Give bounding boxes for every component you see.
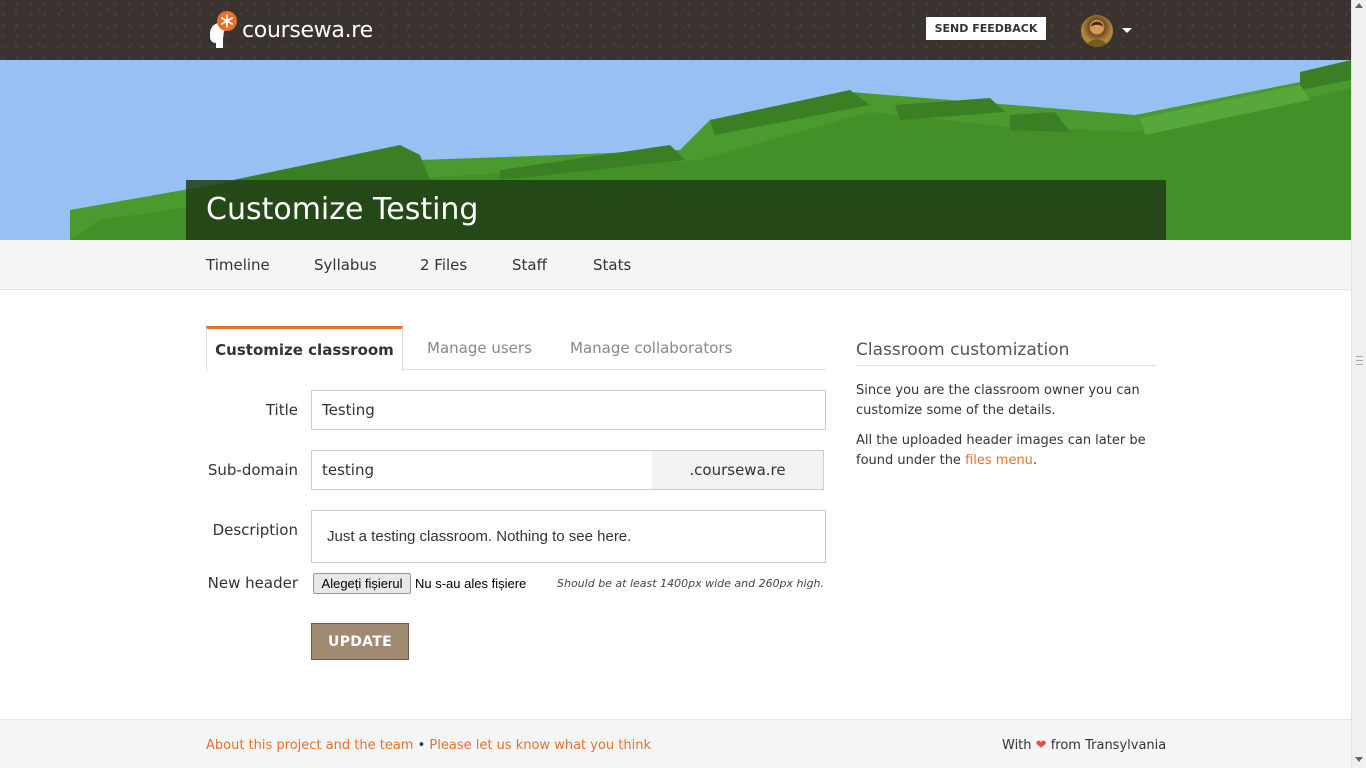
about-project-link[interactable]: About this project and the team <box>206 738 413 753</box>
logo[interactable]: coursewa.re <box>206 10 373 50</box>
header-size-hint: Should be at least 1400px wide and 260px… <box>557 577 825 590</box>
description-label: Description <box>212 521 298 539</box>
top-navbar: coursewa.re SEND FEEDBACK <box>0 0 1351 60</box>
classroom-nav: Timeline Syllabus 2 Files Staff Stats <box>0 240 1351 290</box>
scroll-up-arrow-icon[interactable] <box>1355 3 1363 8</box>
caret-down-icon[interactable] <box>1122 28 1132 33</box>
page-title: Customize Testing <box>206 192 479 227</box>
vertical-scrollbar[interactable] <box>1351 0 1366 768</box>
logo-icon <box>206 10 240 50</box>
title-field[interactable]: Testing <box>311 390 826 430</box>
subdomain-field[interactable]: testing <box>311 450 653 490</box>
footer-from-text: from Transylvania <box>1050 738 1167 753</box>
files-menu-link[interactable]: files menu <box>965 453 1033 468</box>
user-avatar[interactable] <box>1081 15 1113 47</box>
nav-item-stats[interactable]: Stats <box>593 256 631 274</box>
nav-item-staff[interactable]: Staff <box>512 256 547 274</box>
choose-file-button[interactable]: Alegeți fișierul <box>313 573 411 594</box>
subdomain-label: Sub-domain <box>207 461 298 479</box>
sidebar-owner-note: Since you are the classroom owner you ca… <box>856 383 1140 418</box>
footer: About this project and the team • Please… <box>0 719 1351 768</box>
footer-with-text: With <box>1002 738 1032 753</box>
sidebar-title: Classroom customization <box>856 340 1156 366</box>
footer-separator: • <box>413 738 430 753</box>
footer-links: About this project and the team • Please… <box>206 738 651 753</box>
heart-icon: ❤ <box>1035 738 1047 753</box>
settings-tabs: Customize classroom Manage users Manage … <box>206 326 826 371</box>
feedback-link[interactable]: Please let us know what you think <box>429 738 651 753</box>
sidebar-files-note: All the uploaded header images can later… <box>856 431 1161 471</box>
tab-manage-users[interactable]: Manage users <box>427 326 532 370</box>
footer-credit: With ❤ from Transylvania <box>1002 738 1166 753</box>
subdomain-suffix: .coursewa.re <box>652 450 824 490</box>
send-feedback-button[interactable]: SEND FEEDBACK <box>926 17 1046 40</box>
description-field[interactable]: Just a testing classroom. Nothing to see… <box>311 510 826 563</box>
nav-item-timeline[interactable]: Timeline <box>206 256 270 274</box>
file-status-text: Nu s-au ales fișiere <box>415 576 527 591</box>
sidebar-files-note-end: . <box>1032 453 1038 468</box>
logo-text: coursewa.re <box>242 17 373 43</box>
update-button[interactable]: UPDATE <box>311 623 409 660</box>
scroll-grip-icon[interactable] <box>1356 356 1363 365</box>
scroll-down-arrow-icon[interactable] <box>1355 757 1363 762</box>
classroom-header-image: Customize Testing <box>0 60 1351 240</box>
nav-item-files[interactable]: 2 Files <box>420 256 467 274</box>
title-label: Title <box>265 401 298 419</box>
tab-manage-collaborators[interactable]: Manage collaborators <box>570 326 732 370</box>
tab-customize-classroom[interactable]: Customize classroom <box>206 326 403 371</box>
hero-title-overlay: Customize Testing <box>186 180 1166 240</box>
new-header-label: New header <box>207 574 298 592</box>
nav-item-syllabus[interactable]: Syllabus <box>314 256 377 274</box>
